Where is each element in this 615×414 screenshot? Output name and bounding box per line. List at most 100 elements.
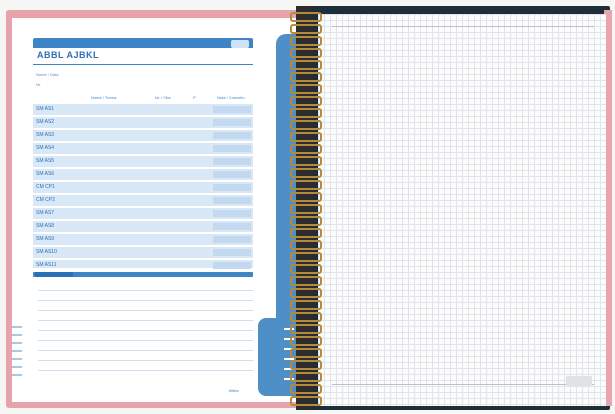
note-line [38,350,253,351]
row-label: SM AS5 [36,158,55,164]
sheet-row: SM AS8 [33,221,253,232]
row-grade-cell [213,249,251,256]
spiral-ring [290,372,322,382]
note-line [38,330,253,331]
row-grade-cell [213,158,251,165]
spiral-ring [290,72,322,82]
spiral-ring [290,396,322,406]
spiral-ring [290,264,322,274]
spiral-ring [290,384,322,394]
column-header: Nome / Turma [91,95,117,100]
column-header: Nota / Conceito [217,95,245,100]
sheet-row: SM AS1 [33,104,253,115]
sheet-footer-logo: tilibra [229,388,239,393]
row-label: SM AS11 [36,262,57,268]
row-grade-cell [213,197,251,204]
spiral-ring [290,276,322,286]
spiral-ring [290,204,322,214]
row-grade-cell [213,119,251,126]
note-line [38,340,253,341]
sheet-title-underline [33,64,253,65]
row-label: SM AS10 [36,249,57,255]
sheet-row: SM AS10 [33,247,253,258]
row-label: SM AS4 [36,145,55,151]
note-line [38,290,253,291]
grid-bottom-margin-line [332,384,594,385]
note-line [38,370,253,371]
spiral-ring [290,216,322,226]
spiral-ring [290,84,322,94]
row-grade-cell [213,145,251,152]
spiral-ring [290,300,322,310]
row-grade-cell [213,236,251,243]
row-grade-cell [213,210,251,217]
note-line [38,320,253,321]
grid-top-margin-line [332,26,594,27]
row-grade-cell [213,106,251,113]
column-header: P [193,95,196,100]
note-line [38,300,253,301]
row-grade-cell [213,262,251,269]
spiral-ring [290,192,322,202]
note-line [38,360,253,361]
margin-tick [12,342,22,344]
row-grade-cell [213,223,251,230]
sheet-notes-tag [35,272,73,277]
sheet-row: SM AS7 [33,208,253,219]
spiral-ring [290,180,322,190]
row-grade-cell [213,184,251,191]
sheet-row: SM AS11 [33,260,253,269]
sheet-title: ABBL AJBKL [37,50,100,60]
sheet-row: SM AS2 [33,117,253,128]
row-label: CM CP1 [36,184,55,190]
spiral-ring [290,120,322,130]
margin-tick [12,326,22,328]
grid-page-badge [566,376,592,386]
sheet-label-number: Nr. [36,82,42,87]
spiral-ring [290,324,322,334]
spiral-ring [290,240,322,250]
sheet-row: SM AS4 [33,143,253,154]
spiral-ring [290,360,322,370]
column-header: Nr. / Obs [155,95,171,100]
spiral-ring [290,252,322,262]
spiral-ring [290,24,322,34]
sheet-row: SM AS5 [33,156,253,167]
right-notebook-grid-page [318,14,606,406]
row-label: SM AS3 [36,132,55,138]
row-label: SM AS7 [36,210,55,216]
spiral-ring [290,36,322,46]
row-label: SM AS9 [36,236,55,242]
spiral-ring [290,228,322,238]
sheet-row: SM AS6 [33,169,253,180]
spiral-ring [290,168,322,178]
sheet-row: CM CP1 [33,182,253,193]
row-label: SM AS8 [36,223,55,229]
spiral-ring [290,288,322,298]
row-label: SM AS2 [36,119,55,125]
sheet-row: SM AS3 [33,130,253,141]
row-grade-cell [213,171,251,178]
sheet-title-badge [231,40,249,48]
spiral-ring [290,60,322,70]
spiral-ring [290,132,322,142]
row-grade-cell [213,132,251,139]
spiral-ring [290,48,322,58]
spiral-ring [290,108,322,118]
sheet-column-headers: Nome / Turma Nr. / Obs P Nota / Conceito [33,95,253,103]
spiral-ring [290,336,322,346]
spiral-ring [290,12,322,22]
row-label: SM AS1 [36,106,55,112]
sheet-row: CM CP2 [33,195,253,206]
row-label: CM CP2 [36,197,55,203]
note-line [38,310,253,311]
spiral-ring [290,348,322,358]
margin-tick [12,358,22,360]
sheet-label-name: Nome / Data [36,72,59,77]
spiral-ring [290,144,322,154]
spiral-ring [290,156,322,166]
spiral-ring [290,312,322,322]
margin-tick [12,334,22,336]
sheet-row: SM AS9 [33,234,253,245]
spiral-ring [290,96,322,106]
